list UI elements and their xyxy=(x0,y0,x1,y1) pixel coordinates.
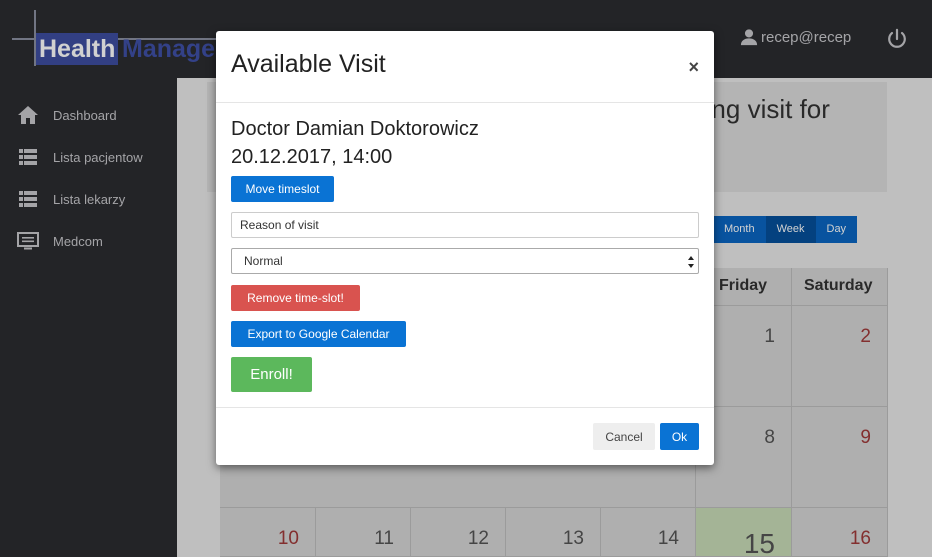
move-timeslot-button[interactable]: Move timeslot xyxy=(231,176,334,202)
modal-title: Available Visit xyxy=(231,50,386,78)
ok-button[interactable]: Ok xyxy=(660,423,699,450)
modal-header: Available Visit × xyxy=(216,31,714,103)
remove-timeslot-button[interactable]: Remove time-slot! xyxy=(231,285,360,311)
reason-input[interactable]: Reason of visit xyxy=(231,212,699,238)
available-visit-modal: Available Visit × Doctor Damian Doktorow… xyxy=(216,31,714,465)
select-arrows-icon xyxy=(688,256,694,268)
cancel-button[interactable]: Cancel xyxy=(593,423,655,450)
visit-datetime: 20.12.2017, 14:00 xyxy=(231,146,393,168)
close-icon[interactable]: × xyxy=(688,57,699,78)
priority-select[interactable]: Normal xyxy=(231,248,699,274)
enroll-button[interactable]: Enroll! xyxy=(231,357,312,392)
export-google-calendar-button[interactable]: Export to Google Calendar xyxy=(231,321,406,347)
priority-select-value: Normal xyxy=(244,254,283,268)
doctor-name: Doctor Damian Doktorowicz xyxy=(231,118,479,140)
